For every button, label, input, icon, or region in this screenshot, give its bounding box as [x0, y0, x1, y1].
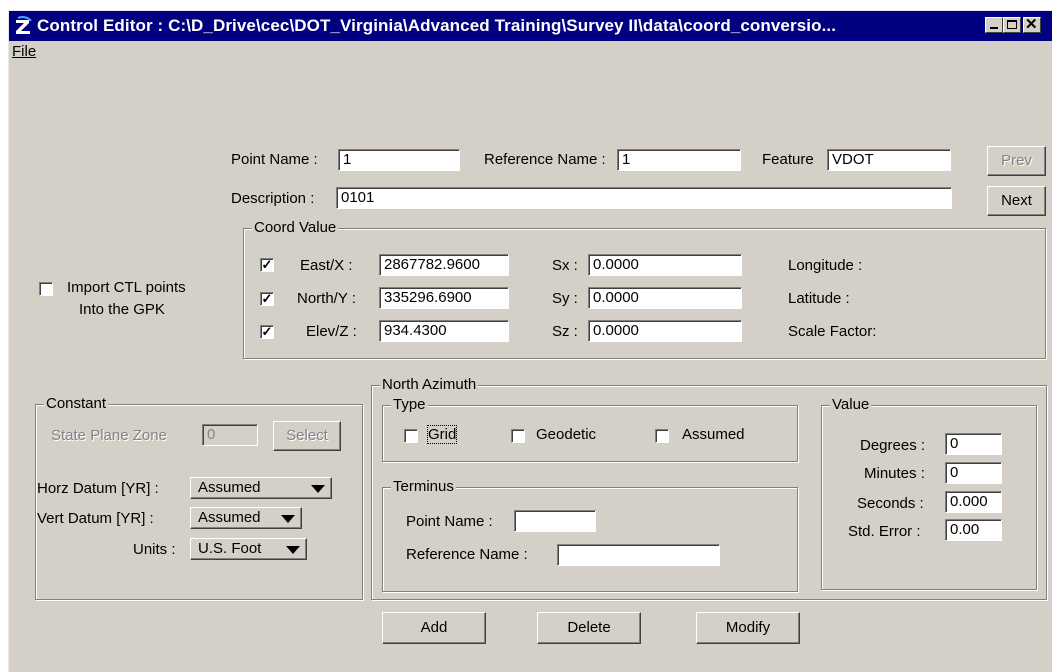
import-ctl-checkbox[interactable] [39, 282, 53, 296]
constant-legend: Constant [44, 395, 109, 412]
east-label: East/X : [300, 257, 353, 274]
window-title: Control Editor : C:\D_Drive\cec\DOT_Virg… [37, 16, 837, 35]
select-button[interactable]: Select [273, 421, 341, 451]
type-legend: Type [391, 396, 428, 413]
description-label: Description : [231, 190, 315, 207]
elev-checkbox[interactable]: ✓ [260, 325, 274, 339]
longitude-label: Longitude : [788, 257, 863, 274]
terminus-reference-name-label: Reference Name : [406, 546, 528, 563]
add-button[interactable]: Add [382, 612, 486, 644]
units-value: U.S. Foot [198, 540, 262, 557]
sx-label: Sx : [552, 257, 578, 274]
state-plane-zone-input[interactable]: 0 [202, 424, 258, 446]
sz-label: Sz : [552, 323, 578, 340]
std-error-label: Std. Error : [848, 523, 921, 540]
terminus-legend: Terminus [391, 478, 456, 495]
degrees-label: Degrees : [860, 437, 926, 454]
value-legend: Value [830, 396, 872, 413]
coord-value-legend: Coord Value [252, 219, 339, 236]
elev-input[interactable]: 934.4300 [379, 320, 509, 342]
grid-label: Grid [426, 425, 458, 444]
seconds-label: Seconds : [857, 495, 924, 512]
dropdown-arrow-icon [286, 546, 300, 554]
units-label: Units : [133, 541, 176, 558]
terminus-point-name-input[interactable] [514, 510, 596, 532]
feature-input[interactable]: VDOT [827, 149, 951, 171]
point-name-input[interactable]: 1 [338, 149, 460, 171]
feature-label: Feature [762, 151, 814, 168]
terminus-group: Terminus [382, 478, 798, 592]
state-plane-zone-label: State Plane Zone [51, 427, 167, 444]
value-group: Value [821, 396, 1037, 590]
vert-datum-value: Assumed [198, 509, 261, 526]
sy-label: Sy : [552, 290, 578, 307]
prev-button[interactable]: Prev [987, 146, 1046, 176]
dropdown-arrow-icon [311, 485, 325, 493]
scale-factor-label: Scale Factor: [788, 323, 877, 340]
import-ctl-label-1: Import CTL points [67, 279, 186, 296]
north-input[interactable]: 335296.6900 [379, 287, 509, 309]
grid-checkbox[interactable] [404, 429, 418, 443]
geodetic-checkbox[interactable] [511, 429, 525, 443]
reference-name-label: Reference Name : [484, 151, 606, 168]
vert-datum-label: Vert Datum [YR] : [37, 510, 154, 527]
horz-datum-value: Assumed [198, 479, 261, 496]
north-azimuth-legend: North Azimuth [380, 376, 479, 393]
horz-datum-select[interactable]: Assumed [190, 477, 332, 499]
delete-button[interactable]: Delete [537, 612, 641, 644]
reference-name-input[interactable]: 1 [617, 149, 741, 171]
maximize-button[interactable] [1003, 17, 1021, 33]
minutes-input[interactable]: 0 [945, 462, 1002, 484]
import-ctl-label-2: Into the GPK [79, 301, 165, 318]
north-label: North/Y : [297, 290, 356, 307]
menu-bar: File [9, 41, 1052, 65]
latitude-label: Latitude : [788, 290, 850, 307]
minimize-button[interactable] [985, 17, 1003, 33]
dropdown-arrow-icon [281, 515, 295, 523]
sy-input[interactable]: 0.0000 [588, 287, 742, 309]
geodetic-label: Geodetic [536, 426, 597, 443]
next-button[interactable]: Next [987, 186, 1046, 216]
close-button[interactable]: ✕ [1023, 16, 1041, 33]
app-logo-icon [12, 15, 34, 37]
east-input[interactable]: 2867782.9600 [379, 254, 509, 276]
maximize-icon [1007, 20, 1017, 29]
minimize-icon [990, 27, 998, 29]
minutes-label: Minutes : [864, 465, 925, 482]
point-name-label: Point Name : [231, 151, 318, 168]
seconds-input[interactable]: 0.000 [945, 491, 1002, 513]
sz-input[interactable]: 0.0000 [588, 320, 742, 342]
menu-file-label: File [12, 43, 37, 60]
title-bar[interactable]: Control Editor : C:\D_Drive\cec\DOT_Virg… [9, 11, 1052, 41]
control-editor-window: Control Editor : C:\D_Drive\cec\DOT_Virg… [8, 10, 1052, 672]
terminus-reference-name-input[interactable] [557, 544, 720, 566]
units-select[interactable]: U.S. Foot [190, 538, 307, 560]
degrees-input[interactable]: 0 [945, 433, 1002, 455]
modify-button[interactable]: Modify [696, 612, 800, 644]
description-input[interactable]: 0101 [336, 187, 952, 209]
elev-label: Elev/Z : [306, 323, 357, 340]
horz-datum-label: Horz Datum [YR] : [37, 480, 159, 497]
menu-file[interactable]: File [12, 43, 36, 60]
std-error-input[interactable]: 0.00 [945, 519, 1002, 541]
close-icon: ✕ [1025, 16, 1038, 33]
terminus-point-name-label: Point Name : [406, 513, 493, 530]
assumed-checkbox[interactable] [655, 429, 669, 443]
sx-input[interactable]: 0.0000 [588, 254, 742, 276]
assumed-label: Assumed [682, 426, 745, 443]
vert-datum-select[interactable]: Assumed [190, 507, 302, 529]
north-checkbox[interactable]: ✓ [260, 292, 274, 306]
east-checkbox[interactable]: ✓ [260, 258, 274, 272]
